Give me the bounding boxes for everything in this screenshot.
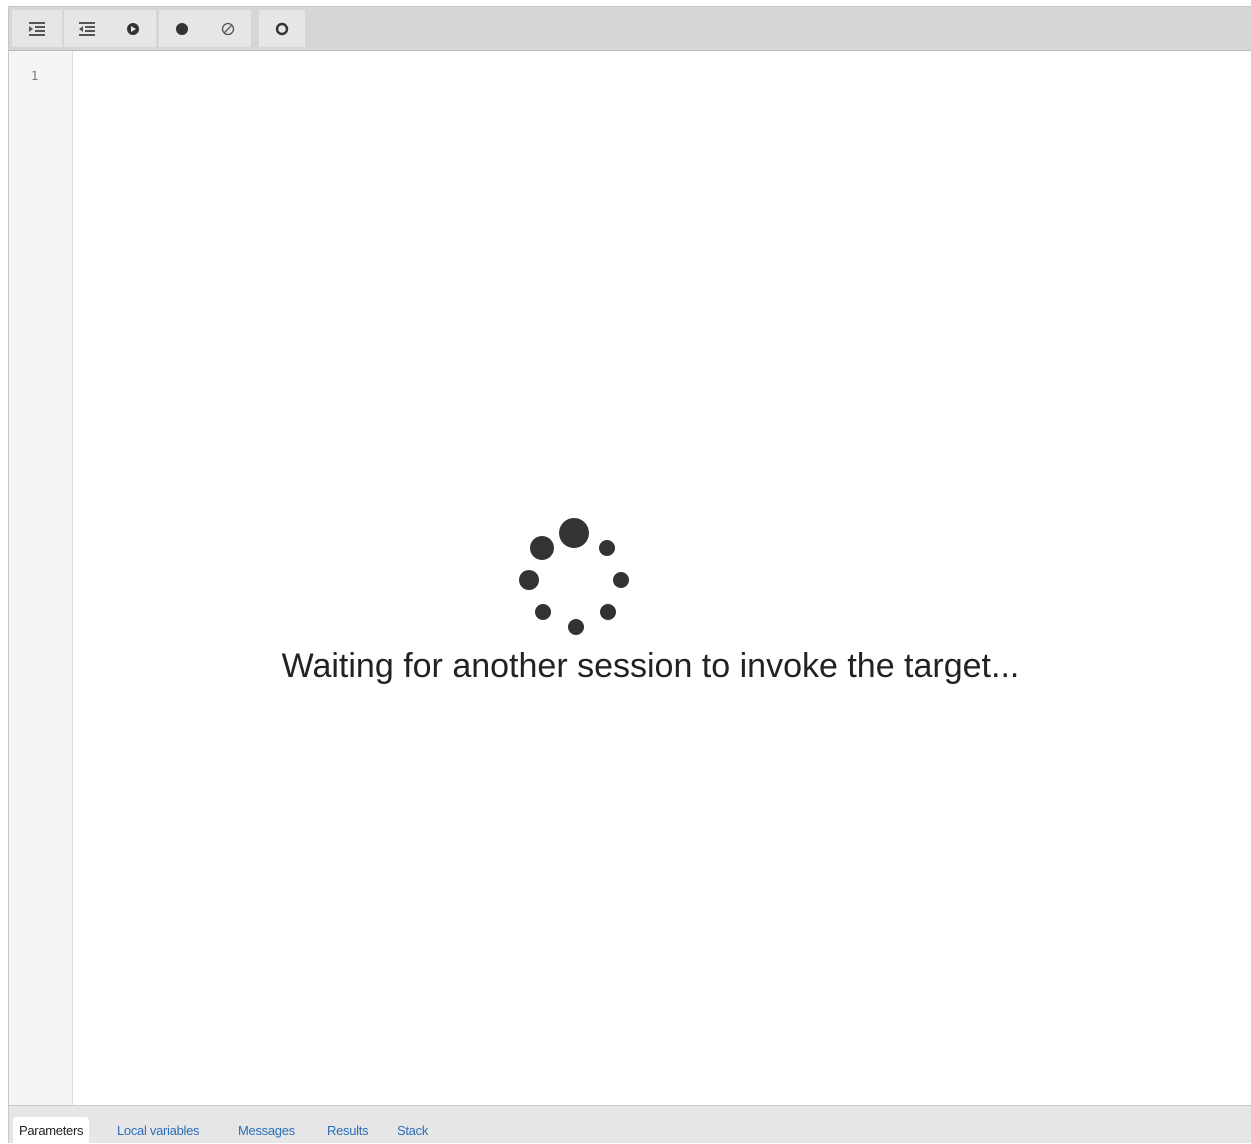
continue-icon bbox=[127, 22, 139, 35]
tab-messages[interactable]: Messages bbox=[238, 1117, 295, 1144]
clear-breakpoints-icon bbox=[221, 22, 235, 35]
step-into-icon bbox=[29, 21, 45, 36]
continue-button[interactable] bbox=[110, 10, 156, 47]
stop-icon bbox=[275, 22, 289, 35]
step-over-button[interactable] bbox=[64, 10, 110, 47]
step-into-button[interactable] bbox=[12, 10, 62, 47]
clear-breakpoints-button[interactable] bbox=[205, 10, 251, 47]
tab-results[interactable]: Results bbox=[327, 1117, 369, 1144]
bottom-tab-bar: Parameters Local variables Messages Resu… bbox=[9, 1105, 1251, 1144]
tab-stack[interactable]: Stack bbox=[397, 1117, 428, 1144]
step-over-icon bbox=[79, 21, 95, 36]
debugger-panel: 1 Waiting for another session to invoke … bbox=[8, 6, 1251, 1144]
stop-button[interactable] bbox=[259, 10, 305, 47]
tab-parameters[interactable]: Parameters bbox=[13, 1117, 90, 1144]
debugger-toolbar bbox=[9, 7, 1251, 51]
code-editor[interactable]: Waiting for another session to invoke th… bbox=[73, 51, 1251, 1105]
waiting-message: Waiting for another session to invoke th… bbox=[281, 647, 1020, 685]
toggle-breakpoint-button[interactable] bbox=[159, 10, 205, 47]
loading-spinner-icon bbox=[519, 518, 629, 635]
line-number: 1 bbox=[31, 69, 39, 83]
tab-local-variables[interactable]: Local variables bbox=[117, 1117, 200, 1144]
breakpoint-icon bbox=[176, 22, 188, 35]
line-number-gutter: 1 bbox=[9, 51, 73, 1105]
